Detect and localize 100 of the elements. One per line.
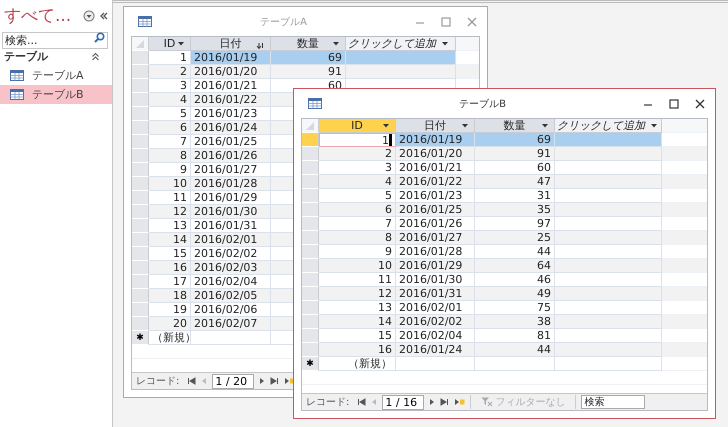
row-selector[interactable]: [132, 233, 149, 247]
row-selector[interactable]: [302, 315, 319, 329]
dropdown-icon[interactable]: [83, 10, 95, 22]
previous-record-icon[interactable]: [371, 398, 378, 406]
row-selector[interactable]: [132, 121, 149, 135]
table-cell: 2016/01/22: [396, 175, 475, 189]
table-cell: 91: [475, 147, 555, 161]
table-cell: 2016/02/03: [191, 261, 271, 275]
row-selector[interactable]: [302, 273, 319, 287]
column-header[interactable]: クリックして追加: [346, 37, 456, 51]
table-cell: 12: [319, 287, 396, 301]
search-field[interactable]: 検索: [581, 395, 646, 409]
row-selector[interactable]: [302, 301, 319, 315]
column-header[interactable]: 日付: [396, 119, 475, 133]
dropdown-arrow-icon[interactable]: [383, 124, 389, 128]
row-selector[interactable]: [302, 217, 319, 231]
maximize-icon[interactable]: [669, 98, 679, 108]
dropdown-arrow-icon[interactable]: [651, 124, 657, 128]
table-cell: 1: [319, 133, 396, 147]
search-field[interactable]: 検索...: [2, 32, 108, 49]
row-selector[interactable]: [132, 191, 149, 205]
close-icon[interactable]: [695, 98, 705, 108]
dropdown-arrow-icon[interactable]: [333, 42, 339, 46]
next-record-icon[interactable]: [259, 377, 266, 385]
column-header[interactable]: 数量: [475, 119, 555, 133]
row-selector[interactable]: [132, 289, 149, 303]
table-item[interactable]: テーブルA: [0, 66, 112, 85]
table-cell: 64: [475, 259, 555, 273]
filter-icon: [481, 397, 494, 407]
row-selector[interactable]: [302, 259, 319, 273]
row-selector[interactable]: [302, 175, 319, 189]
row-selector[interactable]: [132, 65, 149, 79]
row-selector[interactable]: [302, 287, 319, 301]
table-cell: 25: [475, 231, 555, 245]
row-selector[interactable]: [132, 247, 149, 261]
column-header[interactable]: ID: [319, 119, 396, 133]
new-record-icon[interactable]: [454, 398, 466, 406]
row-selector[interactable]: [132, 107, 149, 121]
row-selector[interactable]: [132, 303, 149, 317]
table-cell: 35: [475, 203, 555, 217]
table-cell: 16: [149, 261, 191, 275]
table-cell: 2016/01/25: [396, 203, 475, 217]
row-selector[interactable]: [302, 147, 319, 161]
row-selector[interactable]: [132, 135, 149, 149]
select-all-icon[interactable]: [135, 38, 145, 48]
column-header[interactable]: ID: [149, 37, 191, 51]
collapse-icon[interactable]: [99, 10, 109, 20]
table-cell: 2016/01/20: [396, 147, 475, 161]
row-selector[interactable]: [302, 231, 319, 245]
table-cell: 8: [149, 149, 191, 163]
collapse-icon[interactable]: [91, 52, 100, 61]
window-title: テーブルA: [259, 16, 308, 28]
row-selector[interactable]: [132, 93, 149, 107]
previous-record-icon[interactable]: [201, 377, 208, 385]
sort-icon[interactable]: [256, 42, 264, 50]
row-selector[interactable]: [132, 219, 149, 233]
row-selector[interactable]: [132, 163, 149, 177]
row-selector[interactable]: [302, 329, 319, 343]
dropdown-arrow-icon[interactable]: [542, 124, 548, 128]
row-selector[interactable]: [132, 317, 149, 331]
first-record-icon[interactable]: [357, 398, 366, 406]
row-selector[interactable]: [132, 177, 149, 191]
row-selector[interactable]: [302, 203, 319, 217]
last-record-icon[interactable]: [270, 377, 280, 385]
dropdown-arrow-icon[interactable]: [178, 42, 184, 46]
next-record-icon[interactable]: [429, 398, 436, 406]
column-header[interactable]: 数量: [271, 37, 346, 51]
last-record-icon[interactable]: [440, 398, 450, 406]
row-selector[interactable]: [132, 51, 149, 65]
row-selector[interactable]: [132, 205, 149, 219]
row-selector[interactable]: [132, 149, 149, 163]
table-cell: 12: [149, 205, 191, 219]
table-cell: 10: [319, 259, 396, 273]
row-selector[interactable]: [132, 275, 149, 289]
row-selector[interactable]: [132, 79, 149, 93]
column-header[interactable]: 日付: [191, 37, 271, 51]
table-cell: 2016/02/02: [396, 315, 475, 329]
new-record-marker: ✱: [132, 331, 149, 345]
record-position-field[interactable]: 1 / 16: [382, 394, 424, 410]
table-cell: 6: [319, 203, 396, 217]
table-cell: 2016/01/29: [396, 259, 475, 273]
table-icon: [138, 16, 152, 27]
table-cell: 2016/01/30: [191, 205, 271, 219]
row-selector[interactable]: [302, 189, 319, 203]
record-position-field[interactable]: 1 / 20: [212, 374, 254, 388]
table-cell: 6: [149, 121, 191, 135]
row-selector[interactable]: [302, 133, 319, 147]
table-item[interactable]: テーブルB: [0, 85, 112, 104]
column-header[interactable]: クリックして追加: [555, 119, 662, 133]
group-header[interactable]: テーブル: [4, 49, 48, 64]
pane-title[interactable]: すべて...: [4, 4, 79, 27]
dropdown-arrow-icon[interactable]: [462, 124, 468, 128]
select-all-icon[interactable]: [305, 120, 315, 130]
dropdown-arrow-icon[interactable]: [442, 42, 448, 46]
row-selector[interactable]: [302, 245, 319, 259]
row-selector[interactable]: [302, 161, 319, 175]
search-icon[interactable]: [94, 32, 105, 43]
row-selector[interactable]: [302, 343, 319, 357]
first-record-icon[interactable]: [187, 377, 196, 385]
row-selector[interactable]: [132, 261, 149, 275]
